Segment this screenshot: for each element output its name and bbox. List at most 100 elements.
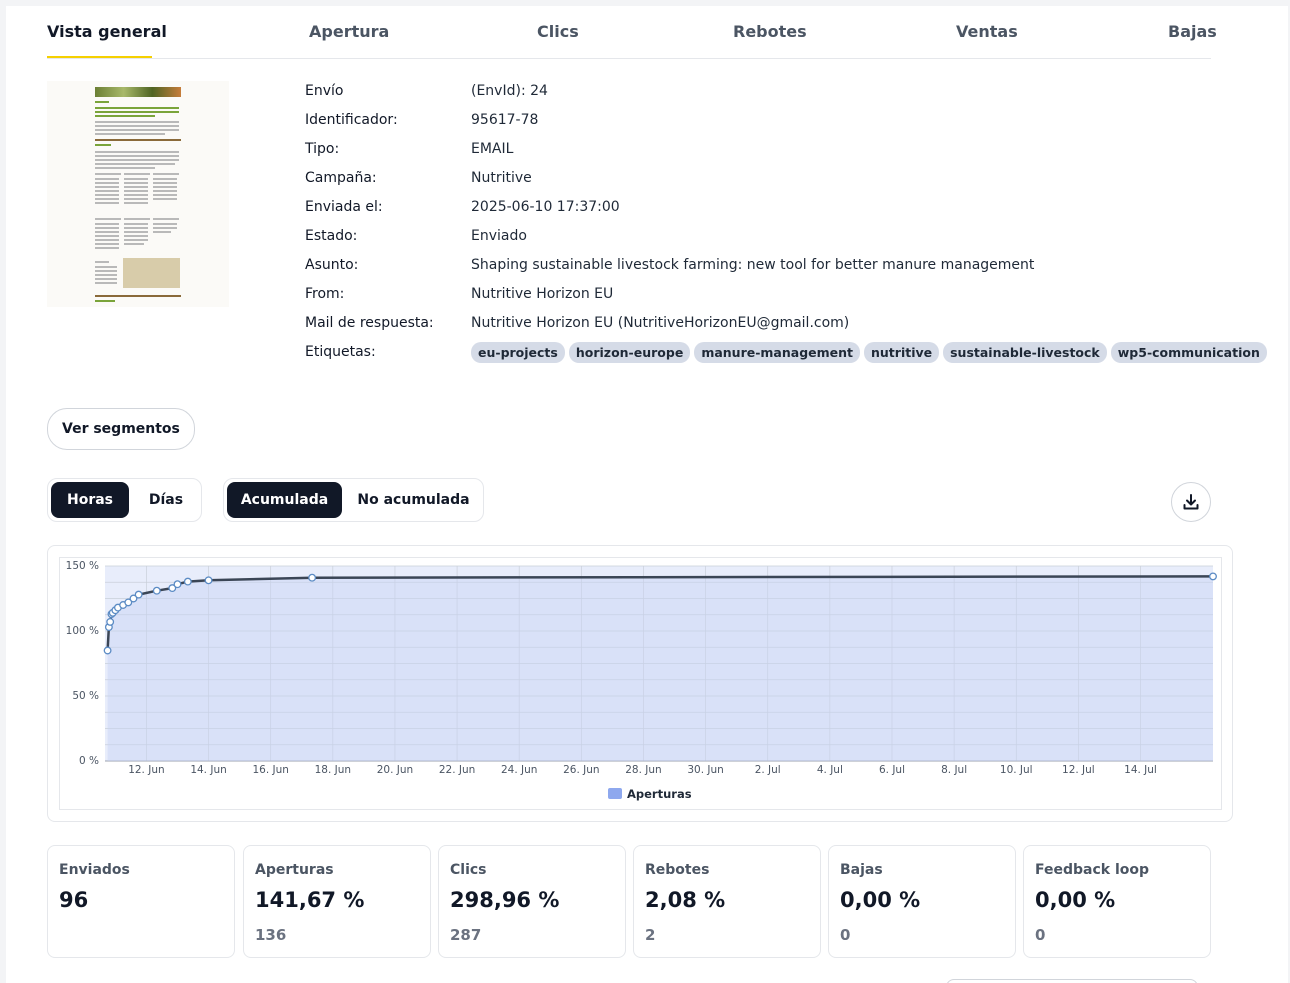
stat-value: 298,96 % [450,888,560,912]
detail-label: Asunto: [305,257,359,273]
aperturas-chart: 12. Jun 14. Jun 16. Jun 18. Jun 20. Jun 22. J… [66,560,1217,801]
detail-value: Nutritive Horizon EU (NutritiveHorizonEU… [471,315,850,331]
tag-chip[interactable]: horizon-europe [568,342,691,363]
tag-chip[interactable]: eu-projects [471,342,565,363]
detail-value: Shaping sustainable livestock farming: n… [471,257,1035,273]
tag-chip[interactable]: sustainable-livestock [943,342,1107,363]
tab-vista-general[interactable]: Vista general [47,22,167,41]
data-point [173,580,182,589]
series-area [107,576,1214,761]
stat-title: Aperturas [255,862,334,878]
tab-clics[interactable]: Clics [537,22,579,41]
stat-sub: 287 [450,926,482,944]
y-tick-label: 100 % [66,625,99,637]
tag-chip[interactable]: wp5-communication [1110,342,1267,363]
chart-area: 12. Jun 14. Jun 16. Jun 18. Jun 20. Jun 22. J… [59,557,1222,810]
stat-card-feedback-loop: Feedback loop 0,00 % 0 [1023,845,1211,958]
stat-sub: 136 [255,926,287,944]
detail-value: (EnvId): 24 [471,83,548,99]
detail-label: Campaña: [305,170,377,186]
thumbnail-header-image [95,87,181,97]
detail-value: EMAIL [471,141,514,157]
stat-sub: 0 [840,926,851,944]
tag-chip[interactable]: nutritive [864,342,940,363]
x-tick-label: 10. Jul [1000,764,1033,776]
stat-title: Enviados [59,862,130,878]
legend-swatch [608,788,622,799]
tag-list: eu-projects horizon-europe manure-manage… [471,342,1267,363]
tag-chip[interactable]: manure-management [694,342,860,363]
detail-value: Enviado [471,228,527,244]
stat-value: 0,00 % [840,888,921,912]
chart-card: 12. Jun 14. Jun 16. Jun 18. Jun 20. Jun 22. J… [47,545,1233,822]
x-tick-label: 30. Jun [687,764,723,776]
data-point [1209,572,1217,581]
page: Vista general Apertura Clics Rebotes Ven… [6,6,1288,983]
tab-apertura[interactable]: Apertura [309,22,389,41]
active-tab-indicator [47,56,152,58]
x-tick-label: 26. Jun [563,764,599,776]
bottom-panel-edge [946,979,1198,983]
stat-card-clics: Clics 298,96 % 287 [438,845,626,958]
x-tick-label: 14. Jul [1124,764,1157,776]
download-icon [1183,494,1199,510]
tab-ventas[interactable]: Ventas [956,22,1018,41]
stat-card-enviados: Enviados 96 [47,845,235,958]
stat-sub: 0 [1035,926,1046,944]
thumbnail-highlight-box [123,258,180,288]
download-button[interactable] [1171,482,1211,522]
x-tick-label: 16. Jun [252,764,288,776]
y-tick-label: 150 % [66,560,99,572]
x-tick-label: 2. Jul [755,764,781,776]
stat-value: 141,67 % [255,888,365,912]
stat-title: Rebotes [645,862,710,878]
stat-value: 0,00 % [1035,888,1116,912]
stat-sub: 2 [645,926,656,944]
tab-rebotes[interactable]: Rebotes [733,22,807,41]
x-tick-label: 28. Jun [625,764,661,776]
detail-label: Mail de respuesta: [305,315,434,331]
detail-label: Tipo: [305,141,340,157]
detail-label: From: [305,286,345,302]
stat-card-bajas: Bajas 0,00 % 0 [828,845,1016,958]
email-preview-thumbnail[interactable] [47,81,229,307]
data-point [106,617,115,626]
ver-segmentos-button[interactable]: Ver segmentos [47,408,195,450]
detail-label: Etiquetas: [305,344,376,360]
stat-card-rebotes: Rebotes 2,08 % 2 [633,845,821,958]
detail-label: Estado: [305,228,358,244]
x-tick-label: 14. Jun [190,764,226,776]
stat-title: Bajas [840,862,883,878]
x-tick-label: 12. Jul [1062,764,1095,776]
data-point [103,646,112,655]
tab-bar: Vista general Apertura Clics Rebotes Ven… [47,6,1217,59]
tab-bajas[interactable]: Bajas [1168,22,1217,41]
detail-label: Enviada el: [305,199,383,215]
stat-title: Clics [450,862,487,878]
detail-value: Nutritive [471,170,532,186]
acumulada-option[interactable]: Acumulada [227,482,342,518]
detail-label: Envío [305,83,344,99]
data-point [308,573,317,582]
dias-option[interactable]: Días [131,482,201,518]
x-tick-label: 20. Jun [377,764,413,776]
x-tick-label: 8. Jul [941,764,967,776]
horas-option[interactable]: Horas [51,482,129,518]
granularity-toggle: Horas Días [47,478,202,522]
no-acumulada-option[interactable]: No acumulada [346,482,481,518]
detail-label: Identificador: [305,112,398,128]
data-point [134,590,143,599]
detail-value: 95617-78 [471,112,539,128]
x-tick-label: 12. Jun [128,764,164,776]
x-tick-label: 6. Jul [879,764,905,776]
x-tick-label: 4. Jul [817,764,843,776]
stat-value: 2,08 % [645,888,726,912]
x-tick-label: 18. Jun [315,764,351,776]
x-tick-label: 24. Jun [501,764,537,776]
x-tick-label: 22. Jun [439,764,475,776]
data-point [152,586,161,595]
stat-value: 96 [59,888,89,912]
data-point [204,576,213,585]
legend-label: Aperturas [627,787,692,801]
detail-value: 2025-06-10 17:37:00 [471,199,620,215]
